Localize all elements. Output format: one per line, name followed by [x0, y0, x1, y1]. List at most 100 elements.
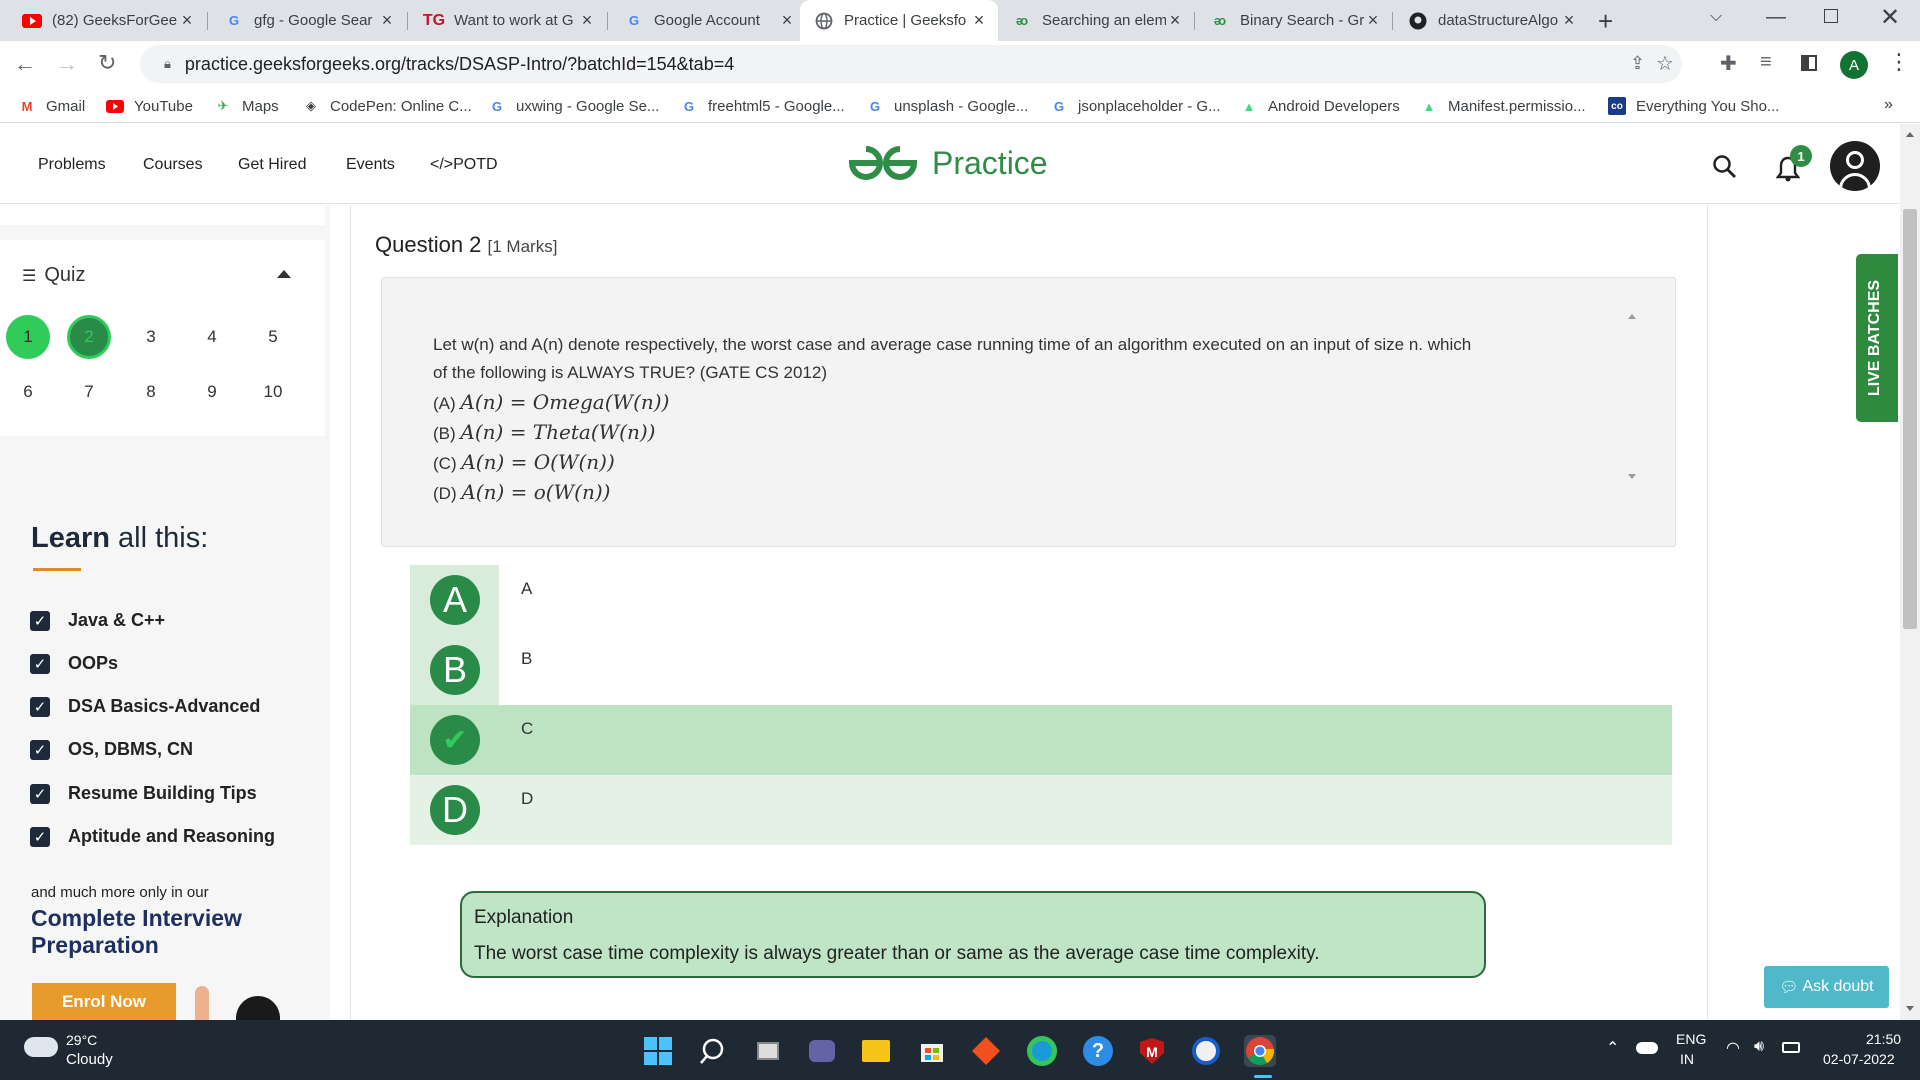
file-explorer-icon[interactable] [860, 1035, 892, 1067]
clock-date[interactable]: 02-07-2022 [1823, 1051, 1895, 1067]
search-icon[interactable] [1712, 154, 1738, 185]
clock-time[interactable]: 21:50 [1866, 1031, 1901, 1047]
url-bar[interactable]: 🔒︎ practice.geeksforgeeks.org/tracks/DSA… [140, 45, 1682, 83]
option-d[interactable]: D D [410, 775, 1672, 845]
option-b[interactable]: B B [410, 635, 1672, 705]
onedrive-icon[interactable] [1636, 1042, 1658, 1054]
battery-icon[interactable] [1782, 1042, 1800, 1053]
task-view-icon[interactable] [752, 1035, 784, 1067]
volume-icon[interactable]: 🔊︎ [1754, 1038, 1764, 1056]
close-icon[interactable]: × [1364, 10, 1382, 31]
quiz-number-2[interactable]: 2 [67, 315, 111, 359]
quiz-number-7[interactable]: 7 [67, 370, 111, 414]
tab-binary-search[interactable]: ᴔ Binary Search - Gr × [1196, 0, 1392, 41]
quiz-number-9[interactable]: 9 [190, 370, 234, 414]
quiz-number-8[interactable]: 8 [129, 370, 173, 414]
close-icon[interactable]: × [970, 10, 988, 31]
language-region[interactable]: IN [1680, 1051, 1694, 1067]
language-primary[interactable]: ENG [1676, 1031, 1706, 1047]
bookmark-youtube[interactable]: YouTube [106, 95, 193, 117]
tab-practice-active[interactable]: Practice | Geeksfo × [800, 0, 998, 41]
gmail-icon: M [21, 98, 33, 114]
nav-get-hired[interactable]: Get Hired [238, 156, 306, 174]
bookmark-freehtml5[interactable]: Gfreehtml5 - Google... [680, 95, 845, 117]
close-window-button[interactable]: ✕ [1880, 3, 1900, 32]
bookmark-uxwing[interactable]: Guxwing - Google Se... [488, 95, 659, 117]
tab-search-chevron-icon[interactable]: ⌵ [1710, 8, 1722, 26]
store-icon[interactable] [916, 1035, 948, 1067]
tab-searching[interactable]: ᴔ Searching an elem × [998, 0, 1194, 41]
edge-icon[interactable] [1026, 1035, 1058, 1067]
share-icon[interactable]: ⇪ [1630, 53, 1645, 74]
profile-avatar[interactable]: A [1840, 51, 1868, 79]
teams-chat-icon[interactable] [806, 1035, 838, 1067]
enrol-now-button[interactable]: Enrol Now [32, 983, 176, 1020]
bookmark-codepen[interactable]: ◈ CodePen: Online C... [302, 95, 472, 117]
choice-math: A(n) = Theta(W(n)) [460, 420, 656, 444]
mcafee-icon[interactable]: M [1136, 1035, 1168, 1067]
star-icon[interactable]: ☆ [1656, 51, 1674, 76]
new-tab-button[interactable]: + [1598, 6, 1613, 37]
quiz-number-6[interactable]: 6 [6, 370, 50, 414]
side-panel-icon[interactable] [1801, 55, 1817, 71]
practice-logo[interactable]: Practice [844, 144, 1048, 182]
question-scrollbar[interactable] [1624, 314, 1640, 484]
more-bookmarks-icon[interactable]: » [1884, 96, 1893, 114]
option-c-correct[interactable]: ✔ C [410, 705, 1672, 775]
bookmark-manifest[interactable]: ▲ Manifest.permissio... [1420, 95, 1586, 117]
help-icon[interactable]: ? [1082, 1035, 1114, 1067]
weather-desc[interactable]: Cloudy [66, 1051, 113, 1068]
quiz-number-10[interactable]: 10 [251, 370, 295, 414]
user-avatar[interactable] [1830, 141, 1880, 191]
quiz-number-3[interactable]: 3 [129, 315, 173, 359]
weather-temp[interactable]: 29°C [66, 1032, 97, 1048]
back-button[interactable]: ← [14, 51, 36, 77]
bookmark-android[interactable]: ▲ Android Developers [1240, 95, 1400, 117]
wifi-icon[interactable]: ◠ [1726, 1038, 1740, 1058]
bookmark-everything[interactable]: co Everything You Sho... [1608, 95, 1779, 117]
scrollbar-thumb[interactable] [1903, 209, 1917, 629]
quiz-number-4[interactable]: 4 [190, 315, 234, 359]
collapse-caret-icon[interactable] [277, 270, 291, 278]
menu-icon[interactable]: ⋮ [1888, 49, 1910, 75]
close-icon[interactable]: × [1166, 10, 1184, 31]
nav-problems[interactable]: Problems [38, 156, 106, 174]
quiz-number-1[interactable]: 1 [6, 315, 50, 359]
quiz-header[interactable]: ☰ Quiz [22, 264, 85, 287]
close-icon[interactable]: × [178, 10, 196, 31]
close-icon[interactable]: × [578, 10, 596, 31]
windows-start-icon[interactable] [642, 1035, 674, 1067]
maximize-button[interactable] [1824, 9, 1838, 23]
bookmark-gmail[interactable]: M Gmail [18, 95, 86, 117]
nav-courses[interactable]: Courses [143, 156, 203, 174]
tab-github[interactable]: dataStructureAlgo × [1394, 0, 1588, 41]
nav-potd[interactable]: </>POTD [430, 156, 498, 174]
search-icon[interactable] [696, 1035, 728, 1067]
close-icon[interactable]: × [1560, 10, 1578, 31]
close-icon[interactable]: × [778, 10, 796, 31]
close-icon[interactable]: × [378, 10, 396, 31]
tab-google-search[interactable]: G gfg - Google Sear × [210, 0, 406, 41]
reload-button[interactable]: ↻ [98, 50, 116, 76]
bookmark-jsonplaceholder[interactable]: Gjsonplaceholder - G... [1050, 95, 1221, 117]
nav-events[interactable]: Events [346, 156, 395, 174]
course-name[interactable]: Complete Interview Preparation [31, 905, 242, 959]
forward-button[interactable]: → [56, 51, 78, 77]
chrome-icon[interactable] [1244, 1035, 1276, 1067]
option-a[interactable]: A A [410, 565, 1672, 635]
quiz-number-5[interactable]: 5 [251, 315, 295, 359]
tray-chevron-icon[interactable]: ⌃ [1606, 1038, 1619, 1058]
bookmark-maps[interactable]: ✈ Maps [214, 95, 279, 117]
app-circle-icon[interactable] [1190, 1035, 1222, 1067]
page-scrollbar[interactable] [1900, 124, 1920, 1020]
extensions-icon[interactable]: ✚ [1720, 51, 1737, 76]
bookmark-unsplash[interactable]: Gunsplash - Google... [866, 95, 1028, 117]
tab-google-account[interactable]: G Google Account × [610, 0, 806, 41]
live-batches-tab[interactable]: LIVE BATCHES [1856, 254, 1898, 422]
diamond-app-icon[interactable] [970, 1035, 1002, 1067]
minimize-button[interactable]: — [1766, 6, 1786, 29]
tab-tg[interactable]: TG Want to work at G × [410, 0, 606, 41]
tab-youtube[interactable]: (82) GeeksForGee × [8, 0, 206, 41]
ask-doubt-button[interactable]: 💬︎ Ask doubt [1764, 966, 1889, 1008]
media-queue-icon[interactable]: ≡ [1760, 51, 1772, 74]
